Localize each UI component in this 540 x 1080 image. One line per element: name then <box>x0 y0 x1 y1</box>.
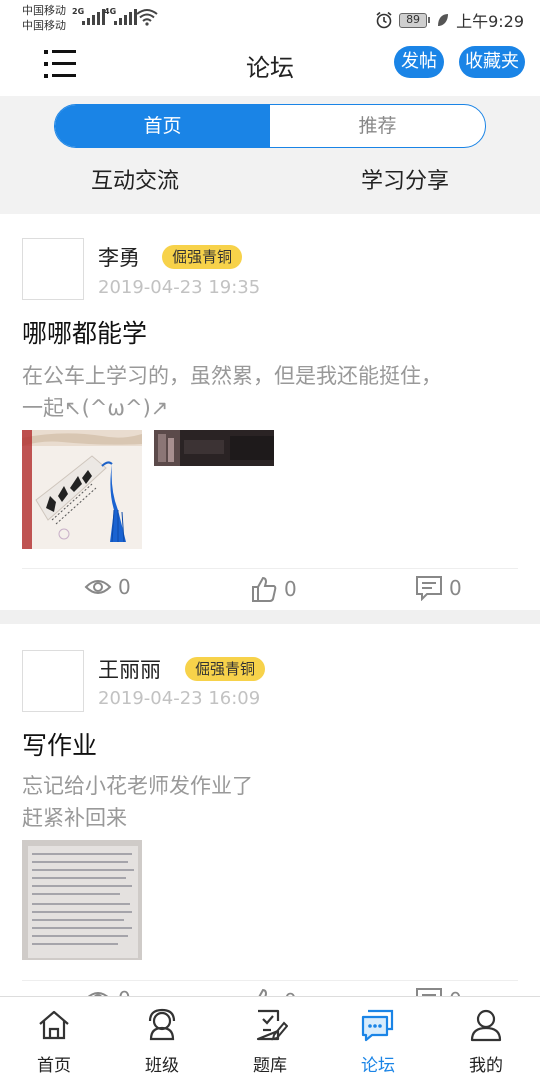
wifi-icon <box>136 9 158 26</box>
menu-icon[interactable] <box>42 46 78 82</box>
leaf-icon <box>438 14 449 26</box>
post-body: 忘记给小花老师发作业了 赶紧补回来 <box>22 770 518 834</box>
tabs-area: 首页 推荐 互动交流 学习分享 <box>0 96 540 214</box>
signal-icon-2 <box>114 9 137 25</box>
carrier-names: 中国移动 中国移动 <box>22 3 66 33</box>
segment-control: 首页 推荐 <box>54 104 486 148</box>
avatar[interactable] <box>22 650 84 712</box>
favorites-button[interactable]: 收藏夹 <box>459 46 525 78</box>
subtab-interaction[interactable]: 互动交流 <box>0 162 270 202</box>
post-image[interactable] <box>22 840 142 960</box>
comment-count-value: 0 <box>449 576 462 600</box>
tab-forum[interactable]: 论坛 <box>324 997 432 1080</box>
post-separator <box>0 610 540 624</box>
level-badge: 倔强青铜 <box>185 657 266 681</box>
post-date: 2019-04-23 19:35 <box>98 277 261 298</box>
post-body-line: 一起↖(^ω^)↗ <box>22 396 169 420</box>
status-bar: 中国移动 中国移动 2G 4G 89 上午9:29 <box>0 0 540 36</box>
bottom-tab-bar: 首页 班级 题库 论坛 我的 <box>0 996 540 1080</box>
homework-image <box>22 840 142 960</box>
bookmark-image <box>22 430 142 549</box>
post-image[interactable] <box>22 430 142 549</box>
post-author[interactable]: 李勇 <box>98 242 140 272</box>
post-title[interactable]: 写作业 <box>22 726 97 762</box>
post-body-line: 在公车上学习的，虽然累，但是我还能挺住， <box>22 364 442 388</box>
subtab-study-share[interactable]: 学习分享 <box>270 162 540 202</box>
profile-icon <box>470 1009 502 1042</box>
carrier-2: 中国移动 <box>22 19 66 32</box>
view-count[interactable]: 0 <box>84 575 131 599</box>
comment-icon <box>416 576 442 601</box>
tab-profile-label: 我的 <box>469 1056 503 1076</box>
avatar[interactable] <box>22 238 84 300</box>
view-count-value: 0 <box>118 575 131 599</box>
tab-question-bank-label: 题库 <box>253 1056 287 1076</box>
class-icon <box>148 1008 176 1041</box>
post-image[interactable] <box>154 430 274 466</box>
eye-icon <box>84 580 112 594</box>
alarm-icon <box>376 11 392 29</box>
home-icon <box>39 1010 69 1040</box>
bus-image <box>154 430 274 466</box>
battery-icon: 89 <box>399 12 431 28</box>
battery-level: 89 <box>399 12 428 28</box>
tab-class[interactable]: 班级 <box>108 997 216 1080</box>
forum-icon <box>361 1009 394 1042</box>
post-author[interactable]: 王丽丽 <box>98 654 161 684</box>
tab-profile[interactable]: 我的 <box>432 997 540 1080</box>
sub-tabs: 互动交流 学习分享 <box>0 162 540 202</box>
carrier-1: 中国移动 <box>22 4 66 17</box>
post-actions: 0 0 0 <box>22 568 518 612</box>
post-date: 2019-04-23 16:09 <box>98 688 261 709</box>
question-bank-icon <box>256 1009 288 1041</box>
post-body: 在公车上学习的，虽然累，但是我还能挺住， 一起↖(^ω^)↗ <box>22 360 518 424</box>
like-count-value: 0 <box>284 577 297 601</box>
tab-question-bank[interactable]: 题库 <box>216 997 324 1080</box>
comment-button[interactable]: 0 <box>415 575 462 601</box>
post-card[interactable]: 李勇 倔强青铜 2019-04-23 19:35 哪哪都能学 在公车上学习的，虽… <box>0 214 540 610</box>
post-body-line: 赶紧补回来 <box>22 806 127 830</box>
new-post-button[interactable]: 发帖 <box>394 46 444 78</box>
thumbs-up-icon <box>252 576 277 602</box>
signal-icon-1 <box>82 9 105 25</box>
level-badge: 倔强青铜 <box>162 245 243 269</box>
segment-recommended[interactable]: 推荐 <box>270 105 485 147</box>
segment-home[interactable]: 首页 <box>55 105 270 147</box>
tab-forum-label: 论坛 <box>361 1056 395 1076</box>
tab-class-label: 班级 <box>145 1056 179 1076</box>
post-title[interactable]: 哪哪都能学 <box>22 314 147 350</box>
post-card[interactable]: 王丽丽 倔强青铜 2019-04-23 16:09 写作业 忘记给小花老师发作业… <box>0 624 540 1014</box>
tab-home-label: 首页 <box>37 1056 71 1076</box>
status-right: 89 上午9:29 <box>375 8 524 32</box>
like-button[interactable]: 0 <box>250 575 297 603</box>
status-time: 上午9:29 <box>456 12 524 31</box>
tab-home[interactable]: 首页 <box>0 997 108 1080</box>
post-body-line: 忘记给小花老师发作业了 <box>22 774 253 798</box>
nav-bar: 论坛 发帖 收藏夹 <box>0 36 540 96</box>
